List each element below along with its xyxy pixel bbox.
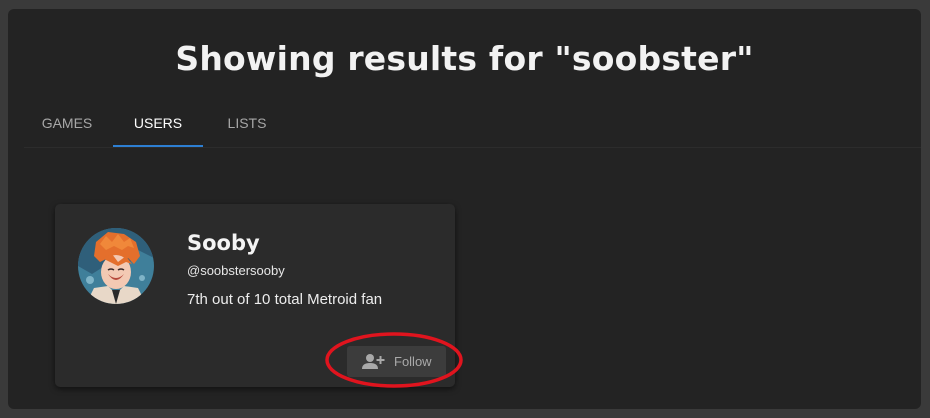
user-handle: @soobstersooby xyxy=(187,263,285,278)
tab-lists[interactable]: LISTS xyxy=(203,104,291,147)
follow-label: Follow xyxy=(394,354,432,369)
user-display-name[interactable]: Sooby xyxy=(187,231,260,255)
result-tabs: GAMES USERS LISTS xyxy=(24,104,921,148)
tab-users[interactable]: USERS xyxy=(113,104,203,147)
page-title: Showing results for "soobster" xyxy=(175,39,754,78)
search-results-panel: Showing results for "soobster" GAMES USE… xyxy=(8,9,921,409)
follow-button[interactable]: Follow xyxy=(347,346,446,377)
avatar[interactable] xyxy=(78,228,154,304)
active-tab-indicator xyxy=(113,145,203,147)
tab-games[interactable]: GAMES xyxy=(24,104,110,147)
person-add-icon xyxy=(362,353,386,370)
user-bio: 7th out of 10 total Metroid fan xyxy=(187,291,383,308)
user-card[interactable]: Sooby @soobstersooby 7th out of 10 total… xyxy=(55,204,455,387)
